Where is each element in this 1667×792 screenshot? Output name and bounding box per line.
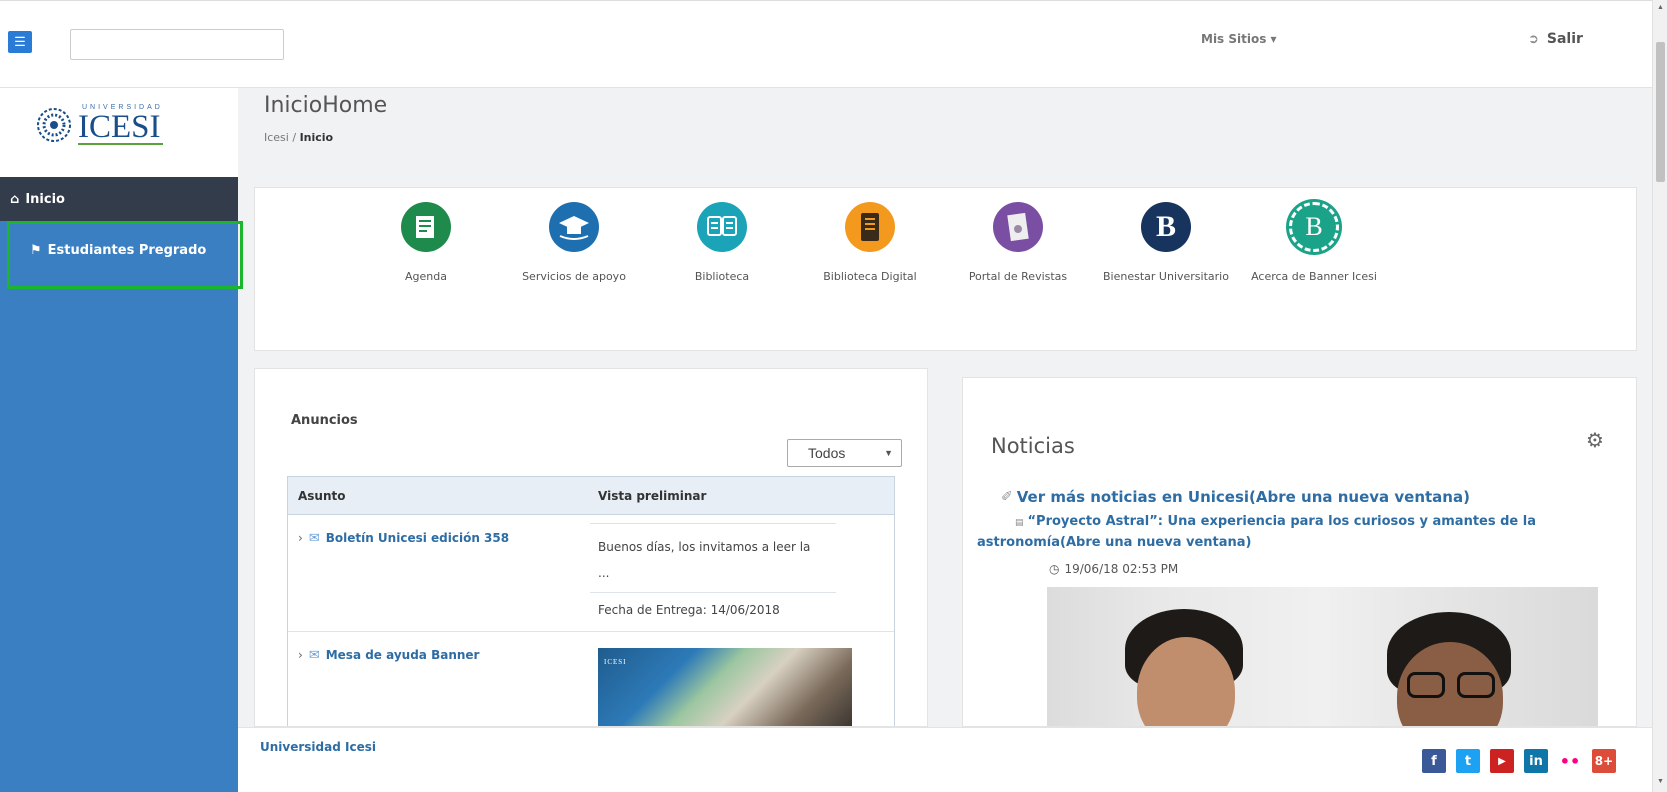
announcement-subject-link[interactable]: Boletín Unicesi edición 358 bbox=[326, 531, 509, 545]
home-icon: ⌂ bbox=[10, 191, 20, 207]
page-title: InicioHome bbox=[264, 93, 388, 118]
caret-down-icon: ▼ bbox=[884, 448, 893, 458]
breadcrumb-current: Inicio bbox=[299, 131, 334, 144]
logo-area: UNIVERSIDAD ICESI bbox=[0, 88, 238, 177]
university-logo[interactable]: UNIVERSIDAD ICESI bbox=[36, 104, 163, 145]
more-news-link[interactable]: ✐ Ver más noticias en Unicesi(Abre una n… bbox=[1001, 488, 1470, 506]
breadcrumb-root[interactable]: Icesi bbox=[264, 131, 289, 144]
tablet-icon bbox=[845, 202, 895, 252]
column-header-asunto: Asunto bbox=[298, 488, 346, 503]
app-label: Agenda bbox=[405, 270, 447, 283]
announcement-preview: Buenos días, los invitamos a leer la bbox=[598, 540, 811, 554]
news-item-link[interactable]: ▤ “Proyecto Astral”: Una experiencia para… bbox=[977, 512, 1575, 552]
page-scrollbar[interactable]: ▲ ▼ bbox=[1652, 0, 1667, 792]
anuncios-filter-select[interactable]: Todos ▼ bbox=[787, 439, 902, 467]
footer: Universidad Icesi f t ▶ in •• 8+ bbox=[238, 727, 1652, 792]
logout-link[interactable]: ➲ Salir bbox=[1528, 31, 1583, 47]
glasses-right-lens bbox=[1457, 672, 1495, 698]
linkedin-icon[interactable]: in bbox=[1524, 749, 1548, 773]
social-links: f t ▶ in •• 8+ bbox=[1422, 749, 1616, 773]
app-label: Acerca de Banner Icesi bbox=[1251, 270, 1377, 283]
app-biblioteca[interactable]: Biblioteca bbox=[647, 202, 797, 283]
news-date: ◷ 19/06/18 02:53 PM bbox=[1049, 562, 1178, 576]
news-item-title-continued: astronomía(Abre una nueva ventana) bbox=[977, 535, 1252, 550]
table-header: Asunto Vista preliminar bbox=[288, 477, 894, 515]
top-bar: ☰ Mis Sitios ▾ ➲ Salir bbox=[0, 0, 1652, 88]
logo-wordmark: ICESI bbox=[78, 111, 163, 145]
app-label: Biblioteca bbox=[694, 270, 750, 283]
apps-panel: Agenda Servicios de apoyo Biblioteca Bib… bbox=[254, 187, 1637, 351]
twitter-icon[interactable]: t bbox=[1456, 749, 1480, 773]
announcement-date: Fecha de Entrega: 14/06/2018 bbox=[590, 592, 836, 631]
top-search-input[interactable] bbox=[70, 29, 284, 60]
app-servicios-de-apoyo[interactable]: Servicios de apoyo bbox=[499, 202, 649, 283]
flickr-icon[interactable]: •• bbox=[1558, 749, 1582, 773]
app-biblioteca-digital[interactable]: Biblioteca Digital bbox=[795, 202, 945, 283]
announcement-subject-link[interactable]: Mesa de ayuda Banner bbox=[326, 648, 480, 662]
sidebar: ⌂ Inicio ⚑ Estudiantes Pregrado bbox=[0, 177, 243, 792]
app-acerca-de-banner-icesi[interactable]: B Acerca de Banner Icesi bbox=[1239, 202, 1389, 283]
breadcrumb: Icesi / Inicio bbox=[264, 131, 333, 144]
youtube-icon[interactable]: ▶ bbox=[1490, 749, 1514, 773]
students-icon: ⚑ bbox=[30, 242, 42, 258]
filter-value: Todos bbox=[808, 445, 846, 461]
noticias-panel: Noticias ⚙ ✐ Ver más noticias en Unicesi… bbox=[962, 377, 1637, 727]
anuncios-table: Asunto Vista preliminar › ✉ Boletín Unic… bbox=[287, 476, 895, 726]
chevron-right-icon[interactable]: › bbox=[298, 648, 303, 662]
app-agenda[interactable]: Agenda bbox=[351, 202, 501, 283]
mis-sitios-dropdown[interactable]: Mis Sitios ▾ bbox=[1201, 32, 1277, 46]
sidebar-item-estudiantes-pregrado[interactable]: ⚑ Estudiantes Pregrado bbox=[7, 221, 243, 289]
book-icon bbox=[697, 202, 747, 252]
document-icon: ▤ bbox=[1015, 518, 1024, 528]
scroll-up-arrow-icon[interactable]: ▲ bbox=[1657, 4, 1664, 11]
googleplus-icon[interactable]: 8+ bbox=[1592, 749, 1616, 773]
noticias-title: Noticias bbox=[991, 434, 1075, 458]
menu-toggle-button[interactable]: ☰ bbox=[8, 31, 32, 53]
tag-icon: ✐ bbox=[1001, 489, 1013, 505]
hamburger-icon: ☰ bbox=[14, 34, 26, 49]
app-portal-de-revistas[interactable]: Portal de Revistas bbox=[943, 202, 1093, 283]
icesi-emblem-icon bbox=[37, 107, 71, 142]
app-label: Bienestar Universitario bbox=[1103, 270, 1229, 283]
banner-b-icon: B bbox=[1289, 202, 1339, 252]
table-row: › ✉ Mesa de ayuda Banner ICESI bbox=[288, 632, 894, 726]
envelope-icon: ✉ bbox=[308, 648, 320, 663]
announcement-thumbnail[interactable]: ICESI bbox=[598, 648, 852, 726]
announcement-preview-ellipsis: ... bbox=[598, 566, 610, 580]
sidebar-item-label: Inicio bbox=[25, 191, 65, 207]
chevron-right-icon[interactable]: › bbox=[298, 531, 303, 545]
app-label: Servicios de apoyo bbox=[522, 270, 626, 283]
anuncios-title: Anuncios bbox=[291, 413, 358, 428]
facebook-icon[interactable]: f bbox=[1422, 749, 1446, 773]
scroll-down-arrow-icon[interactable]: ▼ bbox=[1657, 778, 1664, 785]
glasses-left-lens bbox=[1407, 672, 1445, 698]
column-header-vista-preliminar: Vista preliminar bbox=[598, 488, 707, 503]
scrollbar-thumb[interactable] bbox=[1656, 42, 1665, 182]
news-image[interactable] bbox=[1047, 587, 1598, 726]
footer-university-link[interactable]: Universidad Icesi bbox=[260, 740, 376, 754]
clock-icon: ◷ bbox=[1049, 562, 1060, 576]
more-news-label: Ver más noticias en Unicesi(Abre una nue… bbox=[1016, 488, 1470, 506]
anuncios-panel: Anuncios Todos ▼ Asunto Vista preliminar… bbox=[254, 368, 928, 727]
sidebar-item-label: Estudiantes Pregrado bbox=[47, 242, 207, 258]
logout-label: Salir bbox=[1546, 31, 1583, 47]
table-row: › ✉ Boletín Unicesi edición 358 Buenos d… bbox=[288, 515, 894, 632]
magazine-icon bbox=[993, 202, 1043, 252]
app-bienestar-universitario[interactable]: B Bienestar Universitario bbox=[1091, 202, 1241, 283]
thumbnail-logo-text: ICESI bbox=[604, 658, 627, 666]
agenda-icon bbox=[401, 202, 451, 252]
envelope-icon: ✉ bbox=[308, 531, 320, 546]
news-item-title: “Proyecto Astral”: Una experiencia para … bbox=[1027, 514, 1537, 529]
app-label: Portal de Revistas bbox=[968, 270, 1068, 283]
gear-icon[interactable]: ⚙ bbox=[1586, 428, 1604, 453]
bienestar-b-icon: B bbox=[1141, 202, 1191, 252]
news-date-label: 19/06/18 02:53 PM bbox=[1064, 562, 1179, 576]
app-label: Biblioteca Digital bbox=[823, 270, 917, 283]
sidebar-item-inicio[interactable]: ⌂ Inicio bbox=[0, 177, 238, 221]
graduation-cap-icon bbox=[549, 202, 599, 252]
sign-out-icon: ➲ bbox=[1528, 31, 1539, 47]
breadcrumb-separator: / bbox=[288, 131, 300, 144]
